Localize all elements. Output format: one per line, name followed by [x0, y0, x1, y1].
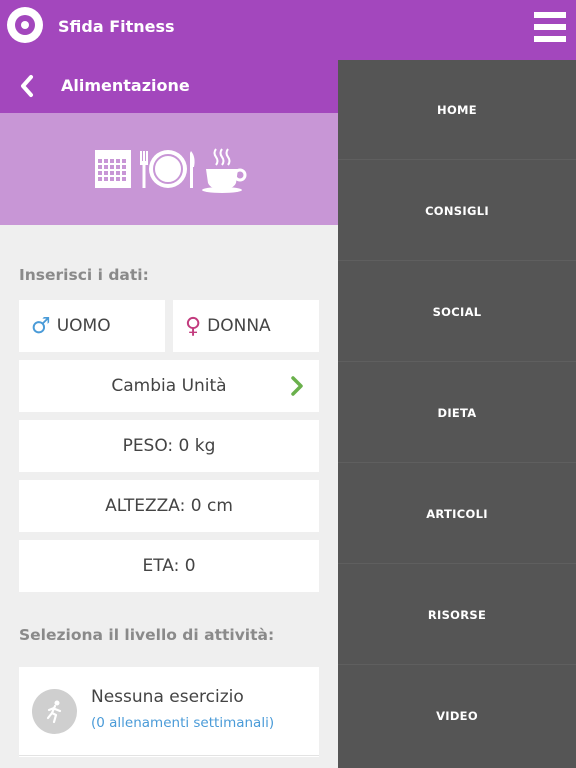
running-person-icon	[32, 689, 77, 734]
hamburger-menu-icon[interactable]	[534, 12, 566, 42]
section-header: Alimentazione	[0, 60, 338, 113]
activity-title: Nessuna esercizio	[91, 687, 244, 707]
menu-item-risorse[interactable]: RISORSE	[338, 565, 576, 665]
app-title: Sfida Fitness	[58, 17, 175, 36]
chevron-right-icon	[291, 376, 303, 396]
menu-item-home[interactable]: HOME	[338, 60, 576, 160]
male-icon: ♂	[31, 313, 51, 339]
weight-label: PESO: 0 kg	[122, 436, 216, 456]
female-label: DONNA	[207, 316, 271, 336]
menu-item-articoli[interactable]: ARTICOLI	[338, 464, 576, 564]
coffee-cup-icon	[202, 148, 247, 193]
menu-item-video[interactable]: VIDEO	[338, 666, 576, 766]
input-data-label: Inserisci i dati:	[19, 266, 149, 284]
activity-subtitle: (0 allenamenti settimanali)	[91, 715, 275, 731]
menu-item-dieta[interactable]: DIETA	[338, 363, 576, 463]
back-arrow-icon[interactable]	[14, 72, 42, 100]
female-icon: ♀	[185, 313, 202, 339]
height-field[interactable]: ALTEZZA: 0 cm	[19, 480, 319, 532]
gender-male-button[interactable]: ♂ UOMO	[19, 300, 165, 352]
fork-icon	[140, 151, 148, 188]
menu-item-consigli[interactable]: CONSIGLI	[338, 161, 576, 261]
plate-icon	[149, 150, 187, 188]
menu-item-social[interactable]: SOCIAL	[338, 262, 576, 362]
divider	[19, 755, 319, 756]
male-label: UOMO	[56, 316, 111, 336]
side-menu: HOME CONSIGLI SOCIAL DIETA ARTICOLI RISO…	[338, 60, 576, 768]
height-label: ALTEZZA: 0 cm	[105, 496, 233, 516]
gender-female-button[interactable]: ♀ DONNA	[173, 300, 319, 352]
change-units-label: Cambia Unità	[111, 376, 227, 396]
app-logo-icon	[7, 7, 43, 43]
top-app-bar: Sfida Fitness	[0, 0, 576, 60]
change-units-button[interactable]: Cambia Unità	[19, 360, 319, 412]
activity-level-label: Seleziona il livello di attività:	[19, 626, 275, 644]
knife-icon	[190, 151, 195, 188]
age-field[interactable]: ETA: 0	[19, 540, 319, 592]
weight-field[interactable]: PESO: 0 kg	[19, 420, 319, 472]
nutrition-banner	[0, 113, 338, 225]
calendar-icon	[95, 150, 131, 188]
activity-option-none[interactable]: Nessuna esercizio (0 allenamenti settima…	[19, 667, 319, 757]
section-title: Alimentazione	[61, 76, 190, 95]
age-label: ETA: 0	[142, 556, 196, 576]
